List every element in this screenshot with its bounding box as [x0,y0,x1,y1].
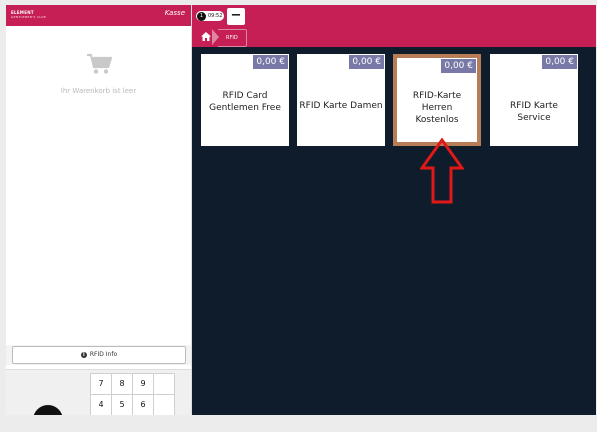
cart-header: ELEMENT GENTLEMEN'S CLUB Kasse [6,5,191,26]
clock-time: 09:52 [208,13,223,19]
rfid-info-bar: i RFID Info [6,345,191,365]
house-icon [201,32,211,41]
app-window: ELEMENT GENTLEMEN'S CLUB Kasse Ihr Waren… [6,5,596,415]
info-icon: i [80,351,87,358]
tile-price: 0,00 € [253,55,288,69]
numpad-key-5[interactable]: 5 [111,394,133,415]
cart-panel: ELEMENT GENTLEMEN'S CLUB Kasse Ihr Waren… [6,5,192,415]
breadcrumb-rfid[interactable]: RFID [218,29,247,47]
numpad-key-9[interactable]: 9 [132,373,154,395]
numpad: 7 8 9 4 5 6 [6,369,191,415]
rfid-info-label: RFID Info [89,351,118,358]
tile-price: 0,00 € [542,55,577,69]
numpad-key-4[interactable]: 4 [90,394,112,415]
numpad-key-blank-2[interactable] [153,394,175,415]
product-tile[interactable]: 0,00 € RFID Karte Damen [297,54,385,146]
mode-label: Kasse [164,9,185,17]
tile-price: 0,00 € [441,59,476,73]
tile-price: 0,00 € [349,55,384,69]
product-tile-selected[interactable]: 0,00 € RFID-Karte Herren Kostenlos [393,54,481,146]
product-tile[interactable]: 0,00 € RFID Karte Service [490,54,578,146]
numpad-key-blank[interactable] [153,373,175,395]
product-header: 1 09:52 − RFID [192,5,596,47]
shopping-cart-icon [87,53,112,74]
rfid-info-button[interactable]: i RFID Info [12,346,186,364]
annotation-arrow-icon [420,138,464,204]
tile-label: RFID Card Gentlemen Free [209,91,281,113]
minus-button[interactable]: − [227,8,245,25]
numpad-key-6[interactable]: 6 [132,394,154,415]
cart-empty-message: Ihr Warenkorb ist leer [60,87,137,95]
product-area: 1 09:52 − RFID 0,00 € RFID Card Gentlemen… [192,5,596,415]
badge-count: 1 [197,11,206,21]
brand-logo: ELEMENT GENTLEMEN'S CLUB [11,10,46,20]
clock-badge: 1 09:52 [196,11,225,21]
tile-label: RFID-Karte Herren Kostenlos [412,91,462,125]
tile-label: RFID Karte Damen [299,101,383,111]
numpad-key-8[interactable]: 8 [111,373,133,395]
numpad-key-7[interactable]: 7 [90,373,112,395]
brand-logo-subtext: GENTLEMEN'S CLUB [11,15,46,19]
tile-label: RFID Karte Service [510,101,558,123]
product-tile[interactable]: 0,00 € RFID Card Gentlemen Free [201,54,289,146]
